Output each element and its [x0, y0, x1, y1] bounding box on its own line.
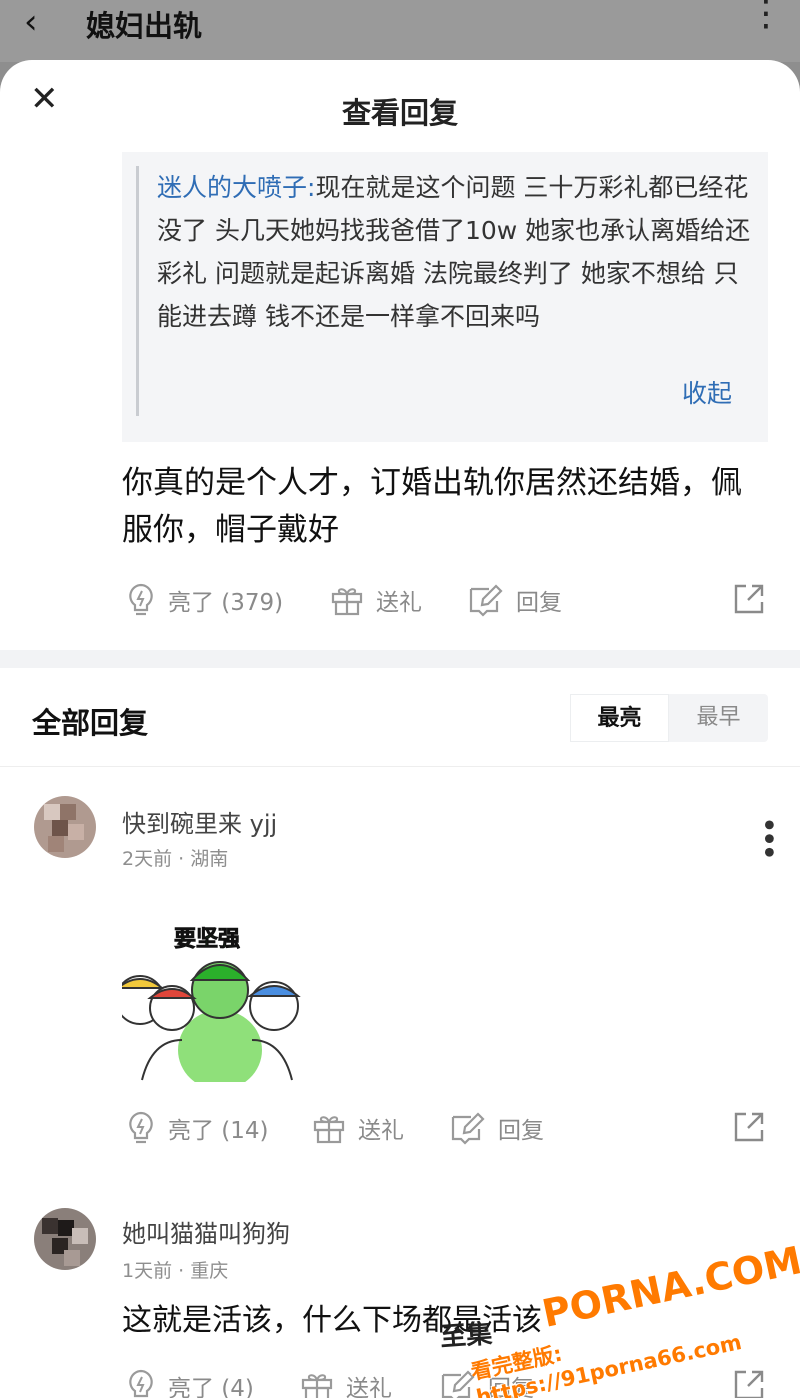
gift-button[interactable]: 送礼 — [300, 1364, 392, 1398]
all-replies-title: 全部回复 — [32, 706, 149, 740]
gift-icon — [301, 1374, 333, 1398]
sticker-drawing: 要坚强 — [122, 910, 312, 1082]
share-icon[interactable] — [732, 1110, 766, 1144]
reply-button[interactable]: 回复 — [468, 578, 562, 622]
sort-option-hottest[interactable]: 最亮 — [570, 694, 669, 742]
reply-label: 回复 — [516, 590, 562, 616]
reply-username[interactable]: 她叫猫猫叫狗狗 — [122, 1214, 290, 1249]
gift-label: 送礼 — [346, 1376, 392, 1398]
quoted-comment: 迷人的大喷子:现在就是这个问题 三十万彩礼都已经花没了 头几天她妈找我爸借了10… — [122, 152, 768, 442]
reply-meta: 2天前 · 湖南 — [122, 848, 229, 870]
main-comment-actions: 亮了 (379) 送礼 回复 — [0, 578, 800, 622]
avatar[interactable] — [34, 1208, 96, 1270]
top-bar: ‹ 媳妇出轨 ⋮ — [0, 0, 800, 62]
share-icon[interactable] — [732, 1368, 766, 1398]
sticker-image[interactable]: 要坚强 — [122, 910, 312, 1082]
more-vertical-icon[interactable]: ••• — [750, 816, 785, 857]
gift-label: 送礼 — [376, 590, 422, 616]
divider — [0, 766, 800, 767]
lightbulb-icon — [129, 1369, 153, 1398]
quote-author[interactable]: 迷人的大喷子: — [157, 173, 315, 202]
lightbulb-icon — [129, 1111, 153, 1144]
gift-icon — [331, 588, 363, 616]
gift-label: 送礼 — [358, 1118, 404, 1144]
reply-username[interactable]: 快到碗里来 yjj — [122, 804, 277, 839]
collapse-link[interactable]: 收起 — [682, 374, 732, 410]
reply-actions: 亮了 (14) 送礼 回复 — [0, 1106, 800, 1150]
gift-button[interactable]: 送礼 — [330, 578, 422, 622]
reply-label: 回复 — [498, 1118, 544, 1144]
avatar[interactable] — [34, 796, 96, 858]
gift-icon — [313, 1116, 345, 1144]
reply-edit-icon — [469, 584, 503, 617]
sheet-title: 查看回复 — [341, 96, 458, 130]
reply-meta: 1天前 · 重庆 — [122, 1260, 229, 1282]
sort-option-earliest[interactable]: 最早 — [669, 694, 768, 742]
gift-button[interactable]: 送礼 — [312, 1106, 404, 1150]
like-button[interactable]: 亮了 (379) — [126, 578, 283, 622]
section-divider — [0, 650, 800, 668]
sticker-caption: 要坚强 — [174, 927, 240, 952]
like-label: 亮了 (4) — [168, 1376, 254, 1398]
reply-sheet: ✕ 查看回复 迷人的大喷子:现在就是这个问题 三十万彩礼都已经花没了 头几天她妈… — [0, 60, 800, 1398]
sort-toggle: 最亮 最早 — [570, 694, 768, 742]
page-title: 媳妇出轨 — [86, 9, 203, 43]
reply-actions: 亮了 (4) 送礼 回复 — [0, 1364, 800, 1398]
more-vertical-icon[interactable]: ⋮ — [748, 0, 784, 32]
like-button[interactable]: 亮了 (4) — [126, 1364, 254, 1398]
quote-body: 迷人的大喷子:现在就是这个问题 三十万彩礼都已经花没了 头几天她妈找我爸借了10… — [136, 166, 756, 416]
watermark-overlay-text: 至集 — [439, 1319, 494, 1353]
like-button[interactable]: 亮了 (14) — [126, 1106, 269, 1150]
reply-button[interactable]: 回复 — [450, 1106, 544, 1150]
like-label: 亮了 (379) — [168, 590, 284, 616]
lightbulb-icon — [129, 583, 153, 616]
reply-edit-icon — [451, 1112, 485, 1145]
share-icon[interactable] — [732, 582, 766, 616]
like-label: 亮了 (14) — [168, 1118, 269, 1144]
sheet-header: ✕ 查看回复 — [0, 60, 800, 150]
main-comment-text: 你真的是个人才，订婚出轨你居然还结婚，佩服你，帽子戴好 — [122, 465, 742, 548]
chevron-left-icon[interactable]: ‹ — [24, 2, 38, 42]
